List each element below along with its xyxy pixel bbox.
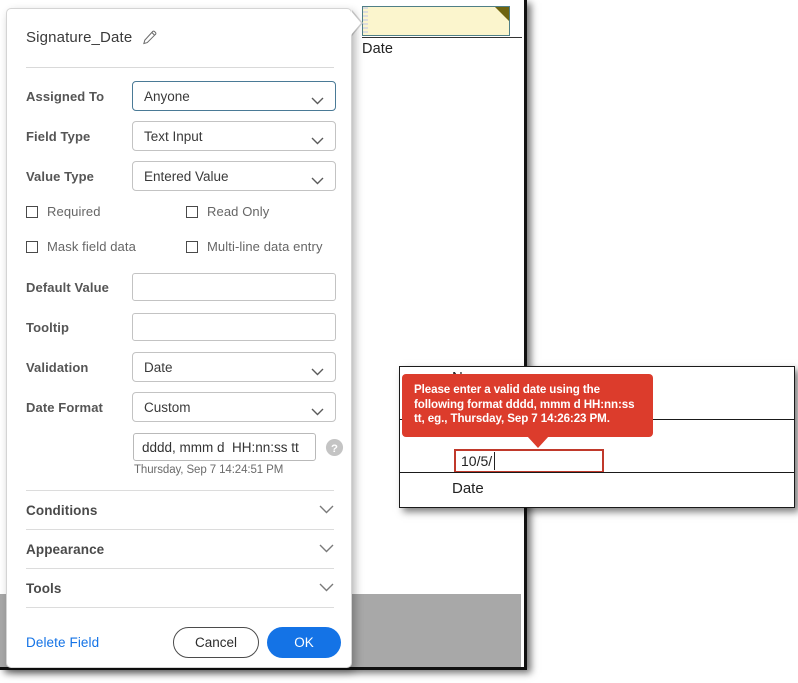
highlighted-form-field[interactable] bbox=[362, 6, 510, 36]
footer-divider bbox=[26, 607, 334, 608]
field-name-title: Signature_Date bbox=[26, 29, 133, 46]
checkbox-box-icon bbox=[26, 205, 38, 218]
chevron-down-icon bbox=[319, 501, 334, 519]
form-field-background bbox=[362, 6, 510, 36]
value-type-select[interactable]: Entered Value bbox=[132, 161, 336, 191]
checkbox-box-icon bbox=[26, 240, 38, 253]
checkbox-box-icon bbox=[186, 205, 198, 218]
chevron-down-icon bbox=[311, 173, 324, 188]
inner-date-rule bbox=[400, 472, 794, 473]
field-type-select[interactable]: Text Input bbox=[132, 121, 336, 151]
row-date-format: Date Format Custom bbox=[26, 392, 336, 422]
cancel-button[interactable]: Cancel bbox=[173, 627, 259, 658]
validation-label: Validation bbox=[26, 359, 89, 375]
accordion-tools[interactable]: Tools bbox=[26, 568, 334, 607]
value-type-value: Entered Value bbox=[144, 168, 229, 184]
chevron-down-icon bbox=[311, 133, 324, 148]
accordion-label: Tools bbox=[26, 580, 62, 596]
pencil-icon[interactable] bbox=[142, 30, 157, 45]
assigned-to-select[interactable]: Anyone bbox=[132, 81, 336, 111]
tooltip-arrow bbox=[527, 435, 549, 448]
checkbox-required[interactable]: Required bbox=[26, 204, 101, 219]
row-default-value: Default Value bbox=[26, 273, 336, 301]
accordion-label: Conditions bbox=[26, 502, 98, 518]
value-type-label: Value Type bbox=[26, 168, 94, 184]
field-properties-dialog: Signature_Date Assigned To Anyone Field … bbox=[6, 8, 352, 668]
date-format-select[interactable]: Custom bbox=[132, 392, 336, 422]
checkbox-label: Required bbox=[47, 204, 101, 219]
question-mark-icon[interactable]: ? bbox=[325, 438, 344, 457]
checkbox-mask-field-data[interactable]: Mask field data bbox=[26, 239, 136, 254]
field-type-value: Text Input bbox=[144, 128, 203, 144]
dialog-callout-beak bbox=[351, 11, 361, 35]
chevron-down-icon bbox=[311, 364, 324, 379]
chevron-down-icon bbox=[319, 540, 334, 558]
validation-select[interactable]: Date bbox=[132, 352, 336, 382]
custom-date-format-input[interactable] bbox=[133, 433, 316, 461]
tooltip-input[interactable] bbox=[132, 313, 336, 341]
checkbox-label: Multi-line data entry bbox=[207, 239, 323, 254]
checkbox-label: Mask field data bbox=[47, 239, 136, 254]
dialog-title-row: Signature_Date bbox=[26, 29, 157, 46]
field-type-label: Field Type bbox=[26, 128, 91, 144]
title-divider bbox=[26, 67, 334, 68]
row-value-type: Value Type Entered Value bbox=[26, 161, 336, 191]
default-value-input[interactable] bbox=[132, 273, 336, 301]
row-tooltip: Tooltip bbox=[26, 313, 336, 341]
row-assigned-to: Assigned To Anyone bbox=[26, 81, 336, 111]
text-caret bbox=[494, 452, 495, 470]
tooltip-label: Tooltip bbox=[26, 319, 70, 335]
checkbox-label: Read Only bbox=[207, 204, 270, 219]
validation-value: Date bbox=[144, 359, 173, 375]
default-value-label: Default Value bbox=[26, 279, 109, 295]
checkbox-box-icon bbox=[186, 240, 198, 253]
chevron-down-icon bbox=[319, 579, 334, 597]
date-format-value: Custom bbox=[144, 399, 191, 415]
form-field-underline bbox=[362, 37, 522, 38]
inner-date-label: Date bbox=[452, 480, 484, 497]
assigned-to-value: Anyone bbox=[144, 88, 190, 104]
ok-button[interactable]: OK bbox=[267, 627, 341, 658]
row-validation: Validation Date bbox=[26, 352, 336, 382]
chevron-down-icon bbox=[311, 404, 324, 419]
form-field-gutter bbox=[363, 7, 368, 35]
svg-text:?: ? bbox=[331, 443, 338, 455]
accordion-appearance[interactable]: Appearance bbox=[26, 529, 334, 568]
comment-indicator-icon bbox=[495, 7, 509, 21]
accordion-conditions[interactable]: Conditions bbox=[26, 490, 334, 529]
top-date-label: Date bbox=[362, 41, 394, 57]
validation-error-tooltip: Please enter a valid date using the foll… bbox=[402, 374, 653, 448]
validation-error-message: Please enter a valid date using the foll… bbox=[414, 383, 635, 426]
row-field-type: Field Type Text Input bbox=[26, 121, 336, 151]
accordion-label: Appearance bbox=[26, 541, 105, 557]
date-format-label: Date Format bbox=[26, 399, 103, 415]
checkbox-read-only[interactable]: Read Only bbox=[186, 204, 269, 219]
assigned-to-label: Assigned To bbox=[26, 88, 105, 104]
date-input-field[interactable] bbox=[454, 449, 604, 473]
date-format-preview: Thursday, Sep 7 14:24:51 PM bbox=[134, 464, 284, 476]
checkbox-multi-line-data-entry[interactable]: Multi-line data entry bbox=[186, 239, 323, 254]
chevron-down-icon bbox=[311, 93, 324, 108]
delete-field-link[interactable]: Delete Field bbox=[26, 635, 99, 650]
